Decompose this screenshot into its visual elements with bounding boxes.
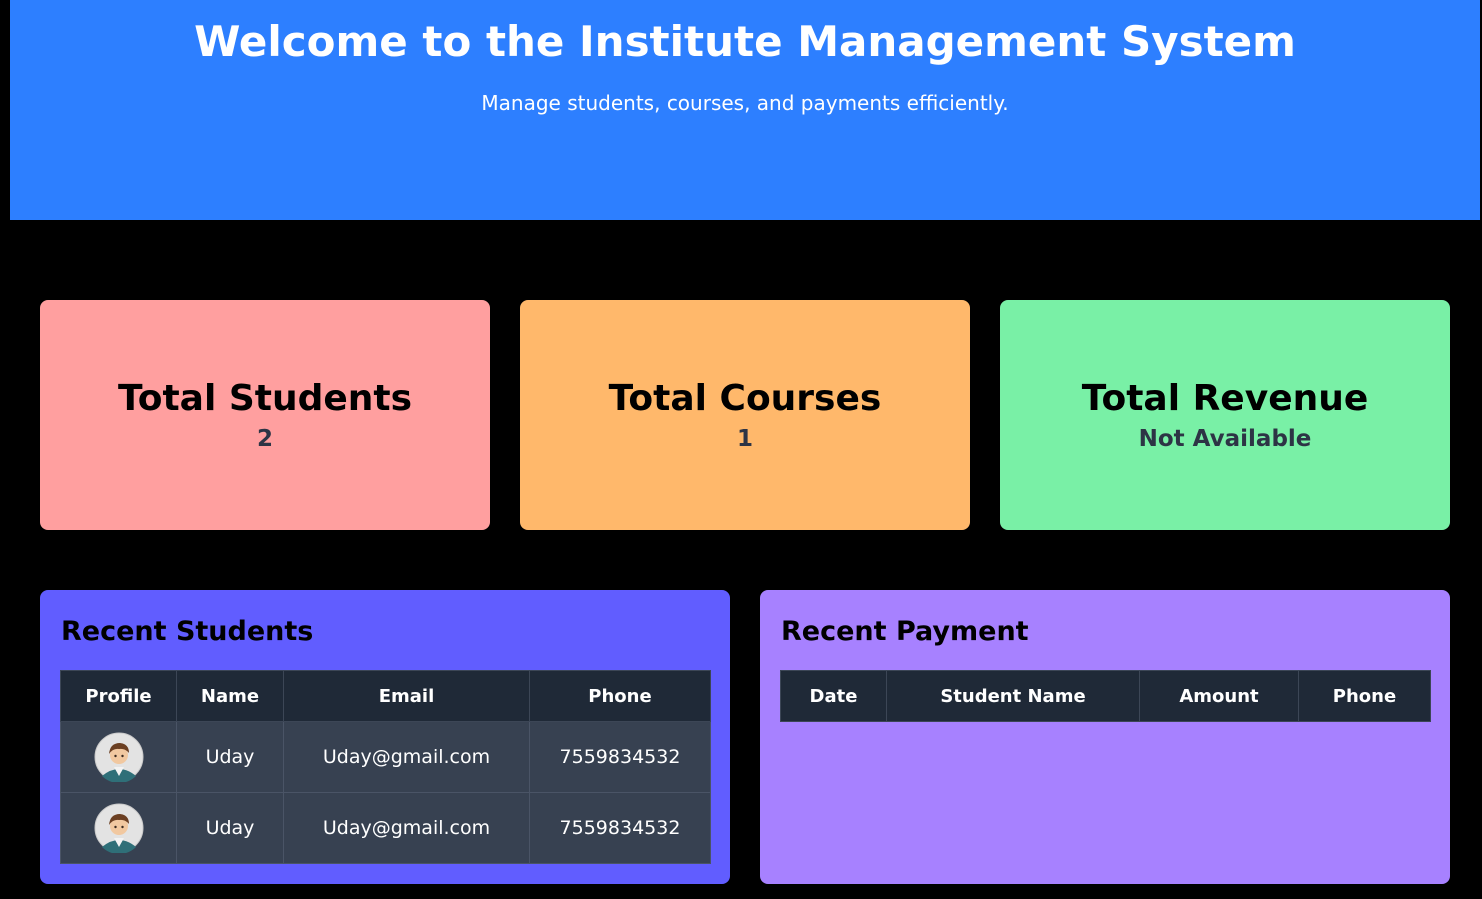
student-name-cell: Uday [176, 792, 284, 864]
column-header-phone: Phone [529, 670, 711, 722]
stat-label: Total Students [117, 378, 413, 419]
table-header-row: Date Student Name Amount Phone [780, 670, 1431, 722]
stat-value: 1 [736, 426, 753, 452]
stat-card-students: Total Students 2 [40, 300, 490, 530]
page-title: Welcome to the Institute Management Syst… [194, 17, 1296, 66]
column-header-date: Date [780, 670, 887, 722]
hero-banner: Welcome to the Institute Management Syst… [10, 0, 1480, 220]
student-avatar-icon[interactable] [94, 803, 144, 853]
student-phone-cell: 7559834532 [529, 721, 711, 793]
column-header-profile: Profile [60, 670, 177, 722]
column-header-amount: Amount [1139, 670, 1299, 722]
student-name-cell: Uday [176, 721, 284, 793]
profile-cell [60, 792, 177, 864]
student-email-cell: Uday@gmail.com [283, 792, 530, 864]
column-header-name: Name [176, 670, 284, 722]
stat-value: 2 [256, 426, 273, 452]
recent-students-panel: Recent Students Profile Name Email Phone [40, 590, 730, 884]
student-avatar-icon[interactable] [94, 732, 144, 782]
table-row[interactable]: Uday Uday@gmail.com 7559834532 [60, 792, 711, 864]
column-header-email: Email [283, 670, 530, 722]
stat-label: Total Revenue [1081, 378, 1369, 419]
column-header-phone: Phone [1298, 670, 1431, 722]
recent-students-title: Recent Students [61, 616, 314, 647]
profile-cell [60, 721, 177, 793]
recent-payment-table: Date Student Name Amount Phone [780, 670, 1431, 722]
table-header-row: Profile Name Email Phone [60, 670, 711, 722]
stat-label: Total Courses [608, 378, 882, 419]
student-email-cell: Uday@gmail.com [283, 721, 530, 793]
page-subtitle: Manage students, courses, and payments e… [481, 91, 1009, 115]
recent-payment-title: Recent Payment [781, 616, 1029, 647]
stat-card-courses: Total Courses 1 [520, 300, 970, 530]
column-header-student-name: Student Name [886, 670, 1140, 722]
recent-payment-panel: Recent Payment Date Student Name Amount … [760, 590, 1450, 884]
table-row[interactable]: Uday Uday@gmail.com 7559834532 [60, 721, 711, 793]
stat-card-revenue: Total Revenue Not Available [1000, 300, 1450, 530]
stat-value: Not Available [1138, 426, 1312, 452]
student-phone-cell: 7559834532 [529, 792, 711, 864]
recent-students-table: Profile Name Email Phone Uday Uday@gmail… [60, 670, 711, 864]
